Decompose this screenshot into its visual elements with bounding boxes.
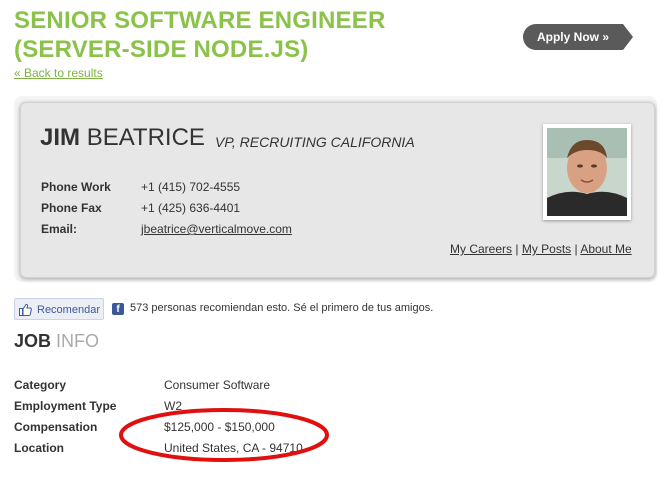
phone-fax-label: Phone Fax (41, 201, 102, 215)
link-separator: | (515, 242, 519, 256)
recruiter-role: VP, Recruiting California (215, 134, 415, 150)
job-info-heading-light: Info (56, 331, 100, 351)
back-to-results-link[interactable]: « Back to results (14, 66, 103, 80)
email-link[interactable]: jbeatrice@verticalmove.com (141, 222, 292, 236)
my-posts-link[interactable]: My Posts (522, 242, 571, 256)
location-label: Location (14, 441, 64, 455)
red-highlight-ellipse (119, 408, 329, 462)
category-label: Category (14, 378, 67, 392)
job-info-heading-strong: Job (14, 331, 52, 351)
job-title-line-1: Senior Software Engineer (14, 7, 386, 34)
phone-fax-value: +1 (425) 636-4401 (141, 201, 241, 215)
thumbs-up-icon (19, 303, 32, 316)
recruiter-photo (543, 124, 631, 220)
job-info-heading: Job Info (14, 331, 99, 352)
recruiter-last-name: Beatrice (86, 124, 205, 151)
recruiter-name: Jim Beatrice (40, 124, 205, 152)
my-careers-link[interactable]: My Careers (450, 242, 512, 256)
job-title-line-2: (Server-Side Node.js) (14, 36, 309, 63)
recruiter-first-name: Jim (40, 124, 81, 151)
recommend-count-text: 573 personas recomiendan esto. Sé el pri… (130, 302, 434, 314)
compensation-value: $125,000 - $150,000 (164, 420, 275, 434)
category-value: Consumer Software (164, 378, 271, 392)
compensation-label: Compensation (14, 420, 98, 434)
recommend-label: Recomendar (37, 304, 100, 316)
email-label: Email: (41, 222, 78, 236)
facebook-icon: f (112, 303, 124, 315)
phone-work-value: +1 (415) 702-4555 (141, 180, 241, 194)
profile-links: My Careers | My Posts | About Me (450, 242, 632, 256)
link-separator: | (574, 242, 578, 256)
employment-type-label: Employment Type (14, 399, 117, 413)
recruiter-photo-image (547, 128, 627, 216)
location-value: United States, CA - 94710 (164, 441, 303, 455)
employment-type-value: W2 (164, 399, 182, 413)
apply-now-button[interactable]: Apply Now » (523, 24, 635, 50)
job-title: Senior Software Engineer (Server-Side No… (14, 6, 386, 64)
phone-work-label: Phone Work (41, 180, 111, 194)
about-me-link[interactable]: About Me (580, 242, 631, 256)
recommend-button[interactable]: Recomendar (14, 298, 104, 320)
apply-now-label: Apply Now » (536, 30, 609, 44)
